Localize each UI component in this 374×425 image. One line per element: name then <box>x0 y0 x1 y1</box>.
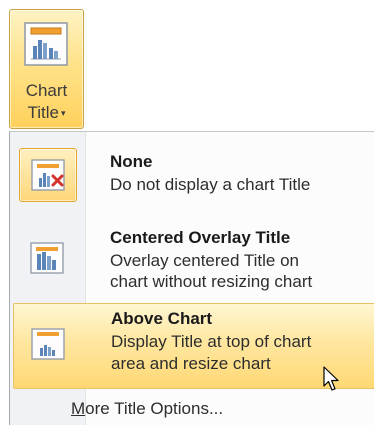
chart-title-label-line1: Chart <box>25 81 68 100</box>
menu-item-none[interactable]: None Do not display a chart Title <box>13 138 374 212</box>
above-chart-title-icon <box>31 328 65 360</box>
chart-title-ui: Chart Title ▾ None Do not display a chart… <box>0 0 374 425</box>
menu-item-title: None <box>110 152 153 171</box>
menu-item-title: Above Chart <box>111 309 213 328</box>
menu-item-centered-overlay-title[interactable]: Centered Overlay Title Overlay centered … <box>13 220 374 302</box>
accelerator-key: M <box>71 399 86 418</box>
chart-title-dropdown-menu: None Do not display a chart Title Center… <box>9 131 374 425</box>
chart-title-label-line2: Title ▾ <box>27 103 66 122</box>
chart-title-icon <box>24 22 68 66</box>
more-title-options-label: ore Title Options... <box>85 399 224 418</box>
menu-item-description: Do not display a chart Title <box>110 175 311 194</box>
chart-title-none-icon <box>31 159 65 191</box>
menu-item-above-chart[interactable]: Above Chart Display Title at top of char… <box>13 303 374 389</box>
chart-title-ribbon-button[interactable]: Chart Title ▾ <box>9 9 84 129</box>
menu-item-title: Centered Overlay Title <box>110 228 291 247</box>
mouse-cursor-icon <box>323 366 339 391</box>
menu-item-description: Overlay centered Title on <box>110 251 299 270</box>
menu-item-description: chart without resizing chart <box>110 272 313 291</box>
menu-item-description: area and resize chart <box>111 354 271 373</box>
selected-indicator <box>19 148 77 202</box>
menu-item-icon-box <box>19 232 77 286</box>
more-title-options-item[interactable]: More Title Options... <box>71 399 223 419</box>
dropdown-caret-icon: ▾ <box>60 108 66 118</box>
centered-overlay-title-icon <box>30 242 64 274</box>
menu-item-description: Display Title at top of chart <box>111 332 312 351</box>
menu-item-icon-box <box>20 318 78 372</box>
